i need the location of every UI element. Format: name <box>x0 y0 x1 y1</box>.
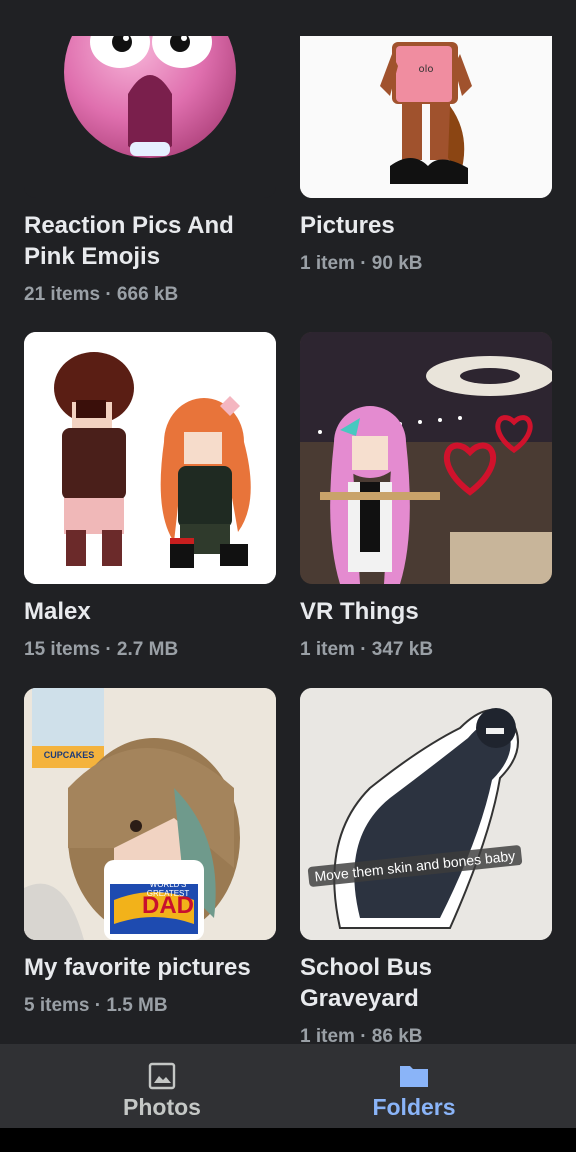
folder-title: My favorite pictures <box>24 954 251 981</box>
folder-card[interactable]: VR Things 1 item · 347 kB <box>300 332 552 662</box>
dark-figure-image <box>300 688 552 940</box>
folder-icon <box>400 1066 428 1087</box>
tab-photos-label: Photos <box>123 1094 201 1120</box>
folder-title: Reaction Pics And Pink Emojis <box>24 212 234 270</box>
folder-grid[interactable]: Reaction Pics And Pink Emojis 21 items ·… <box>0 0 576 1044</box>
bottom-navigation: Photos Folders <box>0 1044 576 1128</box>
folder-title: Malex <box>24 598 91 625</box>
gacha-characters-image <box>24 332 276 584</box>
mug-text-dad: DAD <box>142 892 194 919</box>
folder-title: Pictures <box>300 212 395 239</box>
tab-folders[interactable]: Folders <box>270 1044 558 1128</box>
folder-card[interactable]: olo Pictures 1 item · 90 kB <box>300 0 552 276</box>
folder-thumbnail[interactable] <box>24 332 276 584</box>
folder-card[interactable]: Reaction Pics And Pink Emojis 21 items ·… <box>24 0 276 307</box>
folder-thumbnail[interactable]: WORLD'S GREATEST DAD CUPCAKES <box>24 688 276 940</box>
folder-thumbnail[interactable]: Move them skin and bones baby <box>300 688 552 940</box>
system-navigation-bar <box>0 1128 576 1152</box>
vr-scene-image <box>300 332 552 584</box>
folder-card[interactable]: Move them skin and bones baby School Bus… <box>300 688 552 1044</box>
status-bar <box>0 0 576 36</box>
image-icon <box>148 1062 176 1090</box>
folder-meta: 1 item · 90 kB <box>300 253 423 274</box>
folder-meta: 1 item · 86 kB <box>300 1026 423 1044</box>
folder-card[interactable]: Malex 15 items · 2.7 MB <box>24 332 276 662</box>
tab-folders-label: Folders <box>372 1094 456 1120</box>
folder-title: VR Things <box>300 598 419 625</box>
poster-text: CUPCAKES <box>43 750 95 760</box>
folder-meta: 5 items · 1.5 MB <box>24 995 168 1016</box>
folder-title: School Bus Graveyard <box>300 954 433 1012</box>
folder-meta: 15 items · 2.7 MB <box>24 639 179 660</box>
folder-meta: 21 items · 666 kB <box>24 284 179 305</box>
folder-thumbnail[interactable] <box>300 332 552 584</box>
folder-card[interactable]: WORLD'S GREATEST DAD CUPCAKES My favorit… <box>24 688 276 1018</box>
svg-text:olo: olo <box>418 64 433 75</box>
folder-meta: 1 item · 347 kB <box>300 639 434 660</box>
tab-photos[interactable]: Photos <box>18 1044 306 1128</box>
